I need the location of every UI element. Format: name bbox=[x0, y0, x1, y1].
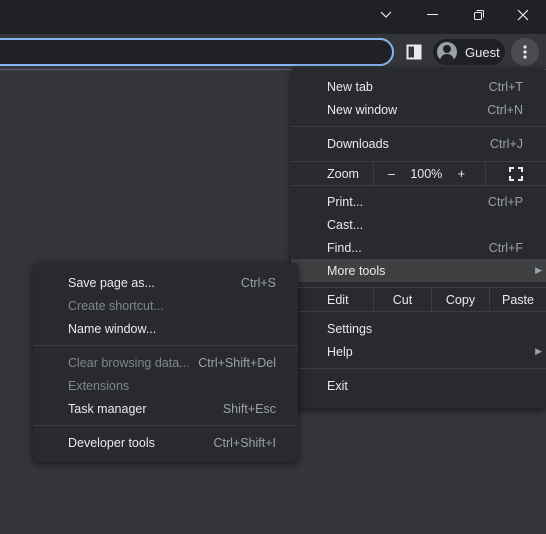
more-tools-submenu: Save page as... Ctrl+S Create shortcut...… bbox=[33, 263, 298, 462]
separator bbox=[291, 368, 546, 369]
profile-button[interactable]: Guest bbox=[433, 39, 505, 65]
menu-item-exit[interactable]: Exit bbox=[291, 374, 546, 397]
side-panel-icon bbox=[406, 44, 422, 60]
menu-item-print[interactable]: Print... Ctrl+P bbox=[291, 190, 546, 213]
zoom-in-button[interactable]: + bbox=[458, 167, 465, 181]
profile-label: Guest bbox=[465, 44, 500, 60]
title-bar bbox=[0, 0, 546, 34]
restore-button[interactable] bbox=[456, 0, 502, 30]
label: Downloads bbox=[327, 136, 389, 151]
label: Help bbox=[327, 344, 353, 359]
submenu-arrow-icon: ▶ bbox=[535, 265, 542, 275]
cut-button[interactable]: Cut bbox=[373, 288, 431, 311]
chevron-down-icon bbox=[380, 11, 392, 18]
menu-item-new-tab[interactable]: New tab Ctrl+T bbox=[291, 75, 546, 98]
edit-row: Edit Cut Copy Paste bbox=[291, 288, 546, 311]
zoom-out-button[interactable]: – bbox=[388, 167, 395, 181]
menu-item-developer-tools[interactable]: Developer tools Ctrl+Shift+I bbox=[33, 431, 298, 454]
minimize-button[interactable] bbox=[410, 0, 456, 30]
separator bbox=[291, 311, 546, 312]
menu-item-save-page[interactable]: Save page as... Ctrl+S bbox=[33, 271, 298, 294]
label: Extensions bbox=[68, 378, 130, 393]
more-vertical-icon bbox=[523, 45, 527, 59]
side-panel-button[interactable] bbox=[406, 44, 422, 60]
separator bbox=[291, 126, 546, 127]
label: Developer tools bbox=[68, 435, 155, 450]
submenu-arrow-icon: ▶ bbox=[535, 346, 542, 356]
shortcut: Ctrl+Shift+I bbox=[213, 435, 276, 450]
menu-item-clear-browsing-data: Clear browsing data... Ctrl+Shift+Del bbox=[33, 351, 298, 374]
label: Settings bbox=[327, 321, 373, 336]
shortcut: Ctrl+T bbox=[488, 79, 523, 94]
label: Print... bbox=[327, 194, 364, 209]
separator bbox=[33, 425, 298, 426]
separator bbox=[291, 185, 546, 186]
shortcut: Ctrl+Shift+Del bbox=[198, 355, 276, 370]
label: Name window... bbox=[68, 321, 157, 336]
minimize-icon bbox=[427, 14, 438, 15]
menu-item-cast[interactable]: Cast... bbox=[291, 213, 546, 236]
label: More tools bbox=[327, 263, 386, 278]
separator bbox=[33, 345, 298, 346]
paste-button[interactable]: Paste bbox=[489, 288, 546, 311]
zoom-label: Zoom bbox=[327, 166, 359, 181]
copy-button[interactable]: Copy bbox=[431, 288, 489, 311]
menu-item-downloads[interactable]: Downloads Ctrl+J bbox=[291, 132, 546, 155]
fullscreen-button[interactable] bbox=[485, 162, 546, 185]
label: Task manager bbox=[68, 401, 147, 416]
shortcut: Ctrl+N bbox=[487, 102, 523, 117]
avatar-icon bbox=[437, 42, 457, 62]
menu-item-more-tools[interactable]: More tools ▶ bbox=[291, 259, 546, 282]
shortcut: Ctrl+J bbox=[490, 136, 523, 151]
chrome-menu-button[interactable] bbox=[511, 38, 539, 66]
menu-item-create-shortcut: Create shortcut... bbox=[33, 294, 298, 317]
fullscreen-icon bbox=[509, 166, 523, 181]
zoom-controls: – 100% + bbox=[373, 162, 485, 185]
edit-label: Edit bbox=[327, 292, 349, 307]
label: Clear browsing data... bbox=[68, 355, 190, 370]
label: Create shortcut... bbox=[68, 298, 164, 313]
label: Exit bbox=[327, 378, 348, 393]
menu-item-name-window[interactable]: Name window... bbox=[33, 317, 298, 340]
menu-item-settings[interactable]: Settings bbox=[291, 317, 546, 340]
chrome-menu: New tab Ctrl+T New window Ctrl+N Downloads… bbox=[291, 68, 546, 408]
menu-item-help[interactable]: Help ▶ bbox=[291, 340, 546, 363]
shortcut: Shift+Esc bbox=[222, 401, 276, 416]
zoom-row: Zoom – 100% + bbox=[291, 162, 546, 185]
label: Cast... bbox=[327, 217, 364, 232]
tab-search-button[interactable] bbox=[363, 0, 409, 30]
close-button[interactable] bbox=[500, 0, 546, 30]
shortcut: Ctrl+P bbox=[487, 194, 523, 209]
address-bar[interactable] bbox=[0, 38, 394, 66]
label: Find... bbox=[327, 240, 362, 255]
label: Save page as... bbox=[68, 275, 155, 290]
close-icon bbox=[517, 9, 529, 21]
shortcut: Ctrl+F bbox=[488, 240, 523, 255]
restore-icon bbox=[474, 10, 484, 20]
menu-item-task-manager[interactable]: Task manager Shift+Esc bbox=[33, 397, 298, 420]
menu-item-new-window[interactable]: New window Ctrl+N bbox=[291, 98, 546, 121]
menu-item-find[interactable]: Find... Ctrl+F bbox=[291, 236, 546, 259]
zoom-value: 100% bbox=[410, 166, 443, 181]
menu-item-extensions: Extensions bbox=[33, 374, 298, 397]
shortcut: Ctrl+S bbox=[240, 275, 276, 290]
label: New window bbox=[327, 102, 398, 117]
label: New tab bbox=[327, 79, 373, 94]
